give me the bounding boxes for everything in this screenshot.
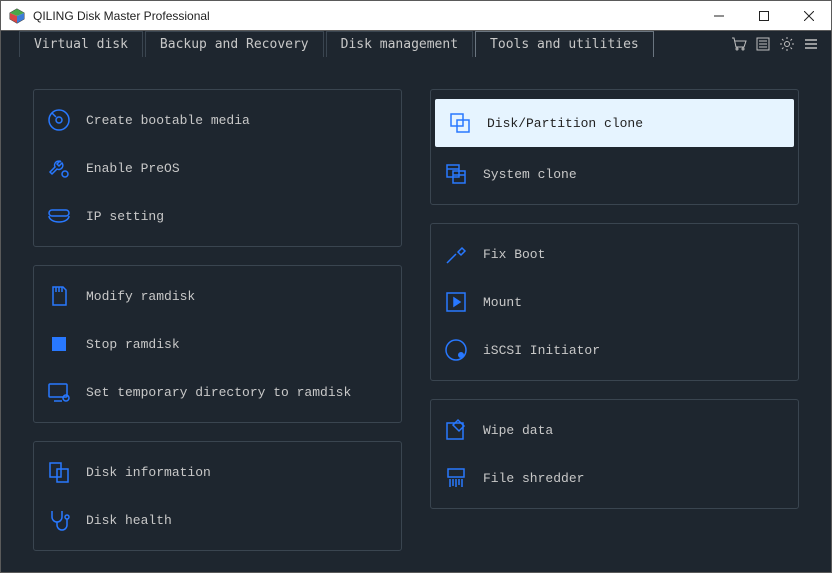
panel-ramdisk: Modify ramdisk Stop ramdisk Set temporar… <box>33 265 402 423</box>
shredder-icon <box>443 465 469 491</box>
sdcard-icon <box>46 283 72 309</box>
left-column: Create bootable media Enable PreOS IP se… <box>33 89 402 551</box>
disc-icon <box>46 107 72 133</box>
tab-backup-recovery[interactable]: Backup and Recovery <box>145 31 324 57</box>
item-label: IP setting <box>86 209 389 224</box>
screwdriver-icon <box>443 241 469 267</box>
item-disk-information[interactable]: Disk information <box>34 448 401 496</box>
item-modify-ramdisk[interactable]: Modify ramdisk <box>34 272 401 320</box>
item-label: Wipe data <box>483 423 786 438</box>
item-label: Stop ramdisk <box>86 337 389 352</box>
item-label: Mount <box>483 295 786 310</box>
item-temp-directory[interactable]: Set temporary directory to ramdisk <box>34 368 401 416</box>
monitor-icon <box>46 203 72 229</box>
maximize-button[interactable] <box>741 1 786 31</box>
item-label: Set temporary directory to ramdisk <box>86 385 389 400</box>
item-stop-ramdisk[interactable]: Stop ramdisk <box>34 320 401 368</box>
list-icon[interactable] <box>751 31 775 57</box>
erase-icon <box>443 417 469 443</box>
item-wipe-data[interactable]: Wipe data <box>431 406 798 454</box>
item-label: Create bootable media <box>86 113 389 128</box>
item-enable-preos[interactable]: Enable PreOS <box>34 144 401 192</box>
tab-tools-utilities[interactable]: Tools and utilities <box>475 31 654 57</box>
item-label: Disk/Partition clone <box>487 116 782 131</box>
devices-icon <box>46 459 72 485</box>
play-box-icon <box>443 289 469 315</box>
app-title: QILING Disk Master Professional <box>33 9 696 23</box>
item-mount[interactable]: Mount <box>431 278 798 326</box>
item-label: Enable PreOS <box>86 161 389 176</box>
item-fix-boot[interactable]: Fix Boot <box>431 230 798 278</box>
disk-icon <box>443 337 469 363</box>
monitor-gear-icon <box>46 379 72 405</box>
item-ip-setting[interactable]: IP setting <box>34 192 401 240</box>
settings-icon[interactable] <box>775 31 799 57</box>
wrench-gear-icon <box>46 155 72 181</box>
stop-icon <box>46 331 72 357</box>
window-clone-icon <box>443 161 469 187</box>
panel-diskinfo: Disk information Disk health <box>33 441 402 551</box>
tabbar: Virtual disk Backup and Recovery Disk ma… <box>1 31 831 57</box>
tab-disk-management[interactable]: Disk management <box>326 31 473 57</box>
item-disk-partition-clone[interactable]: Disk/Partition clone <box>435 99 794 147</box>
item-label: Fix Boot <box>483 247 786 262</box>
item-file-shredder[interactable]: File shredder <box>431 454 798 502</box>
cart-icon[interactable] <box>727 31 751 57</box>
item-label: System clone <box>483 167 786 182</box>
titlebar: QILING Disk Master Professional <box>1 1 831 31</box>
panel-fixmount: Fix Boot Mount iSCSI Initiator <box>430 223 799 381</box>
item-create-bootable[interactable]: Create bootable media <box>34 96 401 144</box>
panel-clone: Disk/Partition clone System clone <box>430 89 799 205</box>
item-label: iSCSI Initiator <box>483 343 786 358</box>
menu-icon[interactable] <box>799 31 823 57</box>
minimize-button[interactable] <box>696 1 741 31</box>
item-iscsi-initiator[interactable]: iSCSI Initiator <box>431 326 798 374</box>
clone-icon <box>447 110 473 136</box>
content-area: Create bootable media Enable PreOS IP se… <box>1 57 831 571</box>
item-system-clone[interactable]: System clone <box>431 150 798 198</box>
right-column: Disk/Partition clone System clone Fix Bo… <box>430 89 799 551</box>
item-label: Modify ramdisk <box>86 289 389 304</box>
app-logo-icon <box>9 8 25 24</box>
stethoscope-icon <box>46 507 72 533</box>
panel-boot: Create bootable media Enable PreOS IP se… <box>33 89 402 247</box>
item-label: Disk information <box>86 465 389 480</box>
item-label: Disk health <box>86 513 389 528</box>
panel-wipe: Wipe data File shredder <box>430 399 799 509</box>
tab-virtual-disk[interactable]: Virtual disk <box>19 31 143 57</box>
item-label: File shredder <box>483 471 786 486</box>
item-disk-health[interactable]: Disk health <box>34 496 401 544</box>
close-button[interactable] <box>786 1 831 31</box>
